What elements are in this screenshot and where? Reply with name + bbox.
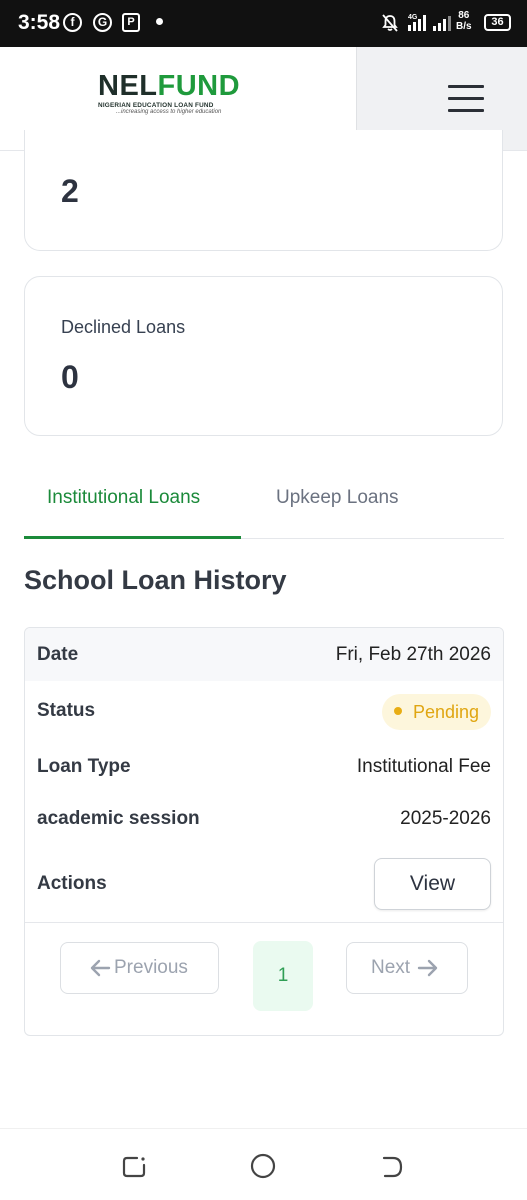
status-badge: Pending: [381, 694, 491, 730]
system-navigation-bar: [0, 1128, 527, 1200]
more-notifications-icon: [156, 18, 163, 25]
status-time: 3:58: [18, 11, 61, 34]
loan-type-value: Institutional Fee: [356, 756, 491, 777]
logo-tagline: ...increasing access to higher education: [116, 109, 222, 115]
status-dot-icon: [393, 707, 402, 716]
network-speed: 86 B/s: [456, 10, 472, 32]
date-value: Fri, Feb 27th 2026: [335, 644, 491, 665]
actions-label: Actions: [37, 873, 107, 894]
arrow-left-icon: [90, 959, 111, 977]
svg-text:4G: 4G: [408, 14, 418, 21]
previous-page-button[interactable]: Previous: [60, 942, 219, 994]
loan-type-label: Loan Type: [37, 756, 131, 777]
recent-apps-icon[interactable]: [121, 1154, 147, 1180]
tab-upkeep-loans[interactable]: Upkeep Loans: [276, 487, 399, 509]
facebook-icon: f: [63, 13, 82, 32]
logo-full-name: NIGERIAN EDUCATION LOAN FUND: [98, 102, 214, 109]
status-bar: 3:58 f G P 4G 86 B/s 36: [0, 0, 527, 47]
next-page-button[interactable]: Next: [346, 942, 468, 994]
academic-session-value: 2025-2026: [400, 808, 491, 829]
date-label: Date: [37, 644, 79, 665]
battery-icon: 36: [484, 14, 511, 31]
declined-loans-label: Declined Loans: [61, 317, 186, 337]
loan-count-value: 2: [61, 173, 79, 209]
arrow-right-icon: [417, 959, 438, 977]
divider: [25, 922, 503, 923]
signal-strength-icon: [433, 16, 451, 31]
declined-loans-value: 0: [61, 359, 79, 395]
logo-wordmark: NELFUND: [98, 70, 241, 102]
tab-institutional-loans[interactable]: Institutional Loans: [47, 487, 200, 509]
view-button[interactable]: View: [374, 858, 491, 910]
loan-tabs: Institutional Loans Upkeep Loans: [24, 470, 504, 539]
declined-loans-card: Declined Loans 0: [24, 276, 503, 436]
status-label: Status: [37, 700, 96, 721]
app-notification-icon: G: [93, 13, 112, 32]
loan-count-card: 2: [24, 130, 503, 251]
next-label: Next: [371, 957, 411, 978]
previous-label: Previous: [114, 957, 188, 978]
loan-history-table: Date Fri, Feb 27th 2026 Status Pending L…: [24, 627, 504, 1036]
back-icon[interactable]: [379, 1154, 405, 1180]
section-title: School Loan History: [24, 565, 287, 595]
active-tab-indicator: [24, 536, 241, 539]
table-row: Date Fri, Feb 27th 2026: [25, 628, 503, 681]
academic-session-label: academic session: [37, 808, 200, 829]
home-icon[interactable]: [249, 1152, 277, 1180]
nelfund-logo[interactable]: NELFUND NIGERIAN EDUCATION LOAN FUND ...…: [98, 71, 248, 115]
battery-level: 36: [491, 16, 504, 28]
signal-4g-icon: 4G: [408, 14, 426, 31]
page-number-current[interactable]: 1: [253, 941, 313, 1011]
parking-app-icon: P: [122, 13, 140, 32]
mute-icon: [382, 14, 398, 32]
